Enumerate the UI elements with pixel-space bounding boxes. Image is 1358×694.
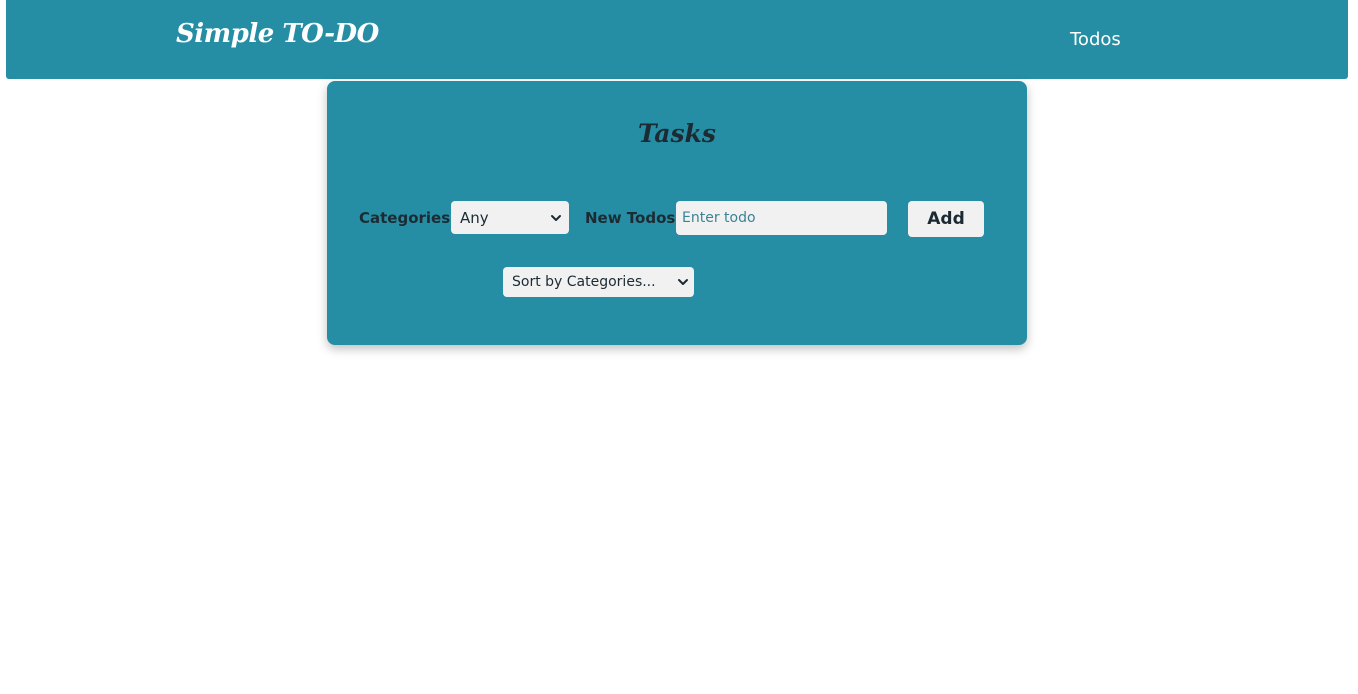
chevron-down-icon bbox=[678, 279, 688, 285]
categories-label: Categories: bbox=[359, 209, 457, 227]
categories-select[interactable]: Any bbox=[451, 201, 569, 234]
tasks-title: Tasks bbox=[638, 119, 716, 148]
chevron-down-icon bbox=[551, 214, 561, 221]
new-todos-label: New Todos: bbox=[585, 209, 682, 227]
tasks-card: Tasks Categories: Any New Todos: Add Sor… bbox=[327, 81, 1027, 345]
add-button[interactable]: Add bbox=[908, 201, 984, 237]
navbar: Simple TO-DO Todos bbox=[6, 0, 1348, 79]
nav-link-todos[interactable]: Todos bbox=[1070, 29, 1121, 50]
brand-logo[interactable]: Simple TO-DO bbox=[176, 19, 379, 49]
sort-select[interactable]: Sort by Categories... bbox=[503, 267, 694, 297]
categories-select-value: Any bbox=[460, 208, 489, 227]
sort-select-value: Sort by Categories... bbox=[512, 274, 656, 290]
new-todo-input[interactable] bbox=[676, 201, 887, 235]
